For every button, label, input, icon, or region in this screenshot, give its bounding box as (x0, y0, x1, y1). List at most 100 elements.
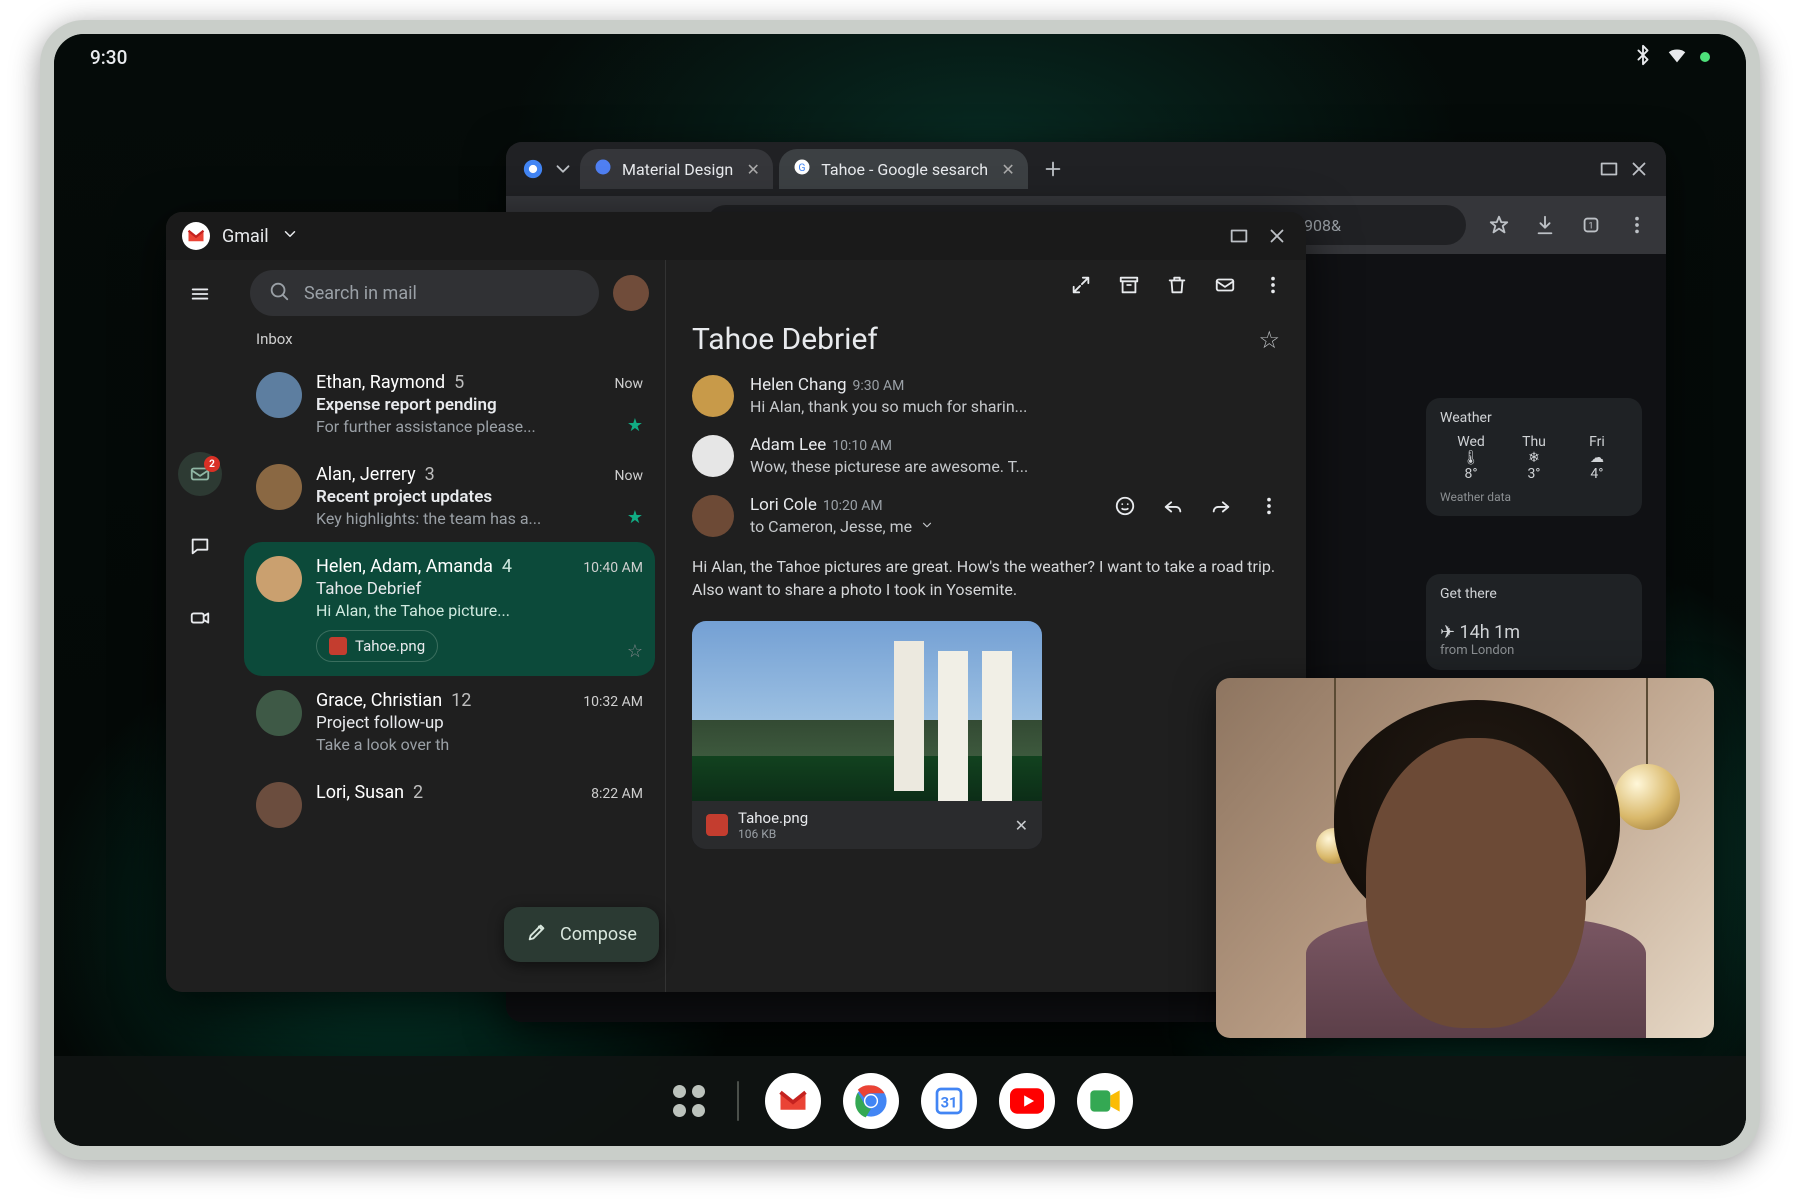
dock-gmail[interactable] (765, 1073, 821, 1129)
thread-item-selected[interactable]: Helen, Adam, Amanda 410:40 AM Tahoe Debr… (244, 542, 655, 676)
expanded-message-header[interactable]: Lori Cole10:20 AM to Cameron, Jesse, me (692, 495, 1280, 537)
image-file-icon (706, 814, 728, 836)
card-title: Weather (1440, 410, 1628, 426)
thread-preview: Key highlights: the team has a... (316, 509, 643, 528)
gmail-window: Gmail 2 (166, 212, 1306, 992)
thread-preview: Take a look over th (316, 735, 643, 754)
expand-icon[interactable] (1070, 274, 1092, 302)
avatar (692, 375, 734, 417)
star-icon[interactable]: ☆ (627, 641, 643, 662)
star-icon[interactable]: ☆ (1258, 326, 1280, 354)
travel-duration: ✈ 14h 1m (1440, 622, 1628, 643)
avatar (692, 435, 734, 477)
battery-indicator (1700, 52, 1710, 62)
more-icon[interactable] (1262, 274, 1284, 302)
app-dropdown-icon[interactable] (281, 225, 299, 247)
chrome-tab-dropdown-icon[interactable] (550, 156, 576, 182)
compose-button[interactable]: Compose (504, 907, 659, 962)
star-icon[interactable]: ★ (627, 507, 643, 528)
more-icon[interactable] (1624, 212, 1650, 238)
travel-card[interactable]: Get there ✈ 14h 1m from London (1426, 574, 1642, 670)
svg-text:31: 31 (941, 1094, 958, 1112)
thread-list-column: Search in mail Inbox Ethan, Raymond 5Now… (234, 260, 666, 992)
window-maximize-icon[interactable] (1226, 223, 1252, 249)
chrome-app-icon[interactable] (520, 156, 546, 182)
dock-chrome[interactable] (843, 1073, 899, 1129)
attachment-name: Tahoe.png (738, 809, 1005, 827)
tablet-frame: 9:30 (40, 20, 1760, 1160)
dock-youtube[interactable] (999, 1073, 1055, 1129)
delete-icon[interactable] (1166, 274, 1188, 302)
section-label: Inbox (234, 326, 665, 358)
video-pip[interactable] (1216, 678, 1714, 1038)
window-close-icon[interactable] (1264, 223, 1290, 249)
person-face (1366, 738, 1586, 1028)
attachment-card[interactable]: Tahoe.png 106 KB ✕ (692, 621, 1042, 849)
weather-day: Fri (1566, 434, 1628, 450)
emoji-icon[interactable] (1114, 495, 1136, 522)
tab-favicon: G (793, 158, 811, 180)
thread-preview: Hi Alan, the Tahoe picture... (316, 601, 643, 620)
message-snippet: Hi Alan, thank you so much for sharin... (750, 397, 1280, 416)
tab-label: Tahoe - Google sesarch (821, 160, 988, 179)
card-footer: Weather data (1440, 490, 1628, 504)
travel-from: from London (1440, 643, 1628, 658)
taskbar: 31 (54, 1056, 1746, 1146)
search-icon (268, 280, 290, 307)
thread-item[interactable]: Ethan, Raymond 5Now Expense report pendi… (244, 358, 655, 450)
divider (737, 1081, 739, 1121)
download-icon[interactable] (1532, 212, 1558, 238)
tab-material-design[interactable]: Material Design ✕ (580, 149, 773, 189)
bookmark-icon[interactable] (1486, 212, 1512, 238)
more-icon[interactable] (1258, 495, 1280, 522)
window-maximize-icon[interactable] (1596, 156, 1622, 182)
reply-icon[interactable] (1162, 495, 1184, 522)
collapsed-message[interactable]: Helen Chang9:30 AM Hi Alan, thank you so… (692, 375, 1280, 417)
rail-mail-icon[interactable]: 2 (178, 452, 222, 496)
avatar (256, 556, 302, 602)
mark-unread-icon[interactable] (1214, 274, 1236, 302)
search-input[interactable]: Search in mail (250, 270, 599, 316)
archive-icon[interactable] (1118, 274, 1140, 302)
collapsed-message[interactable]: Adam Lee10:10 AM Wow, these picturese ar… (692, 435, 1280, 477)
rail-chat-icon[interactable] (178, 524, 222, 568)
message-snippet: Wow, these picturese are awesome. T... (750, 457, 1280, 476)
forward-icon[interactable] (1210, 495, 1232, 522)
star-icon[interactable]: ★ (627, 415, 643, 436)
tab-tahoe-search[interactable]: G Tahoe - Google sesarch ✕ (779, 149, 1028, 189)
avatar (256, 372, 302, 418)
weather-temp: 4° (1566, 466, 1628, 482)
image-file-icon (329, 637, 347, 655)
close-icon[interactable]: ✕ (743, 159, 763, 179)
weather-card[interactable]: Weather Wed🌡8° Thu❄3° Fri☁4° Weather dat… (1426, 398, 1642, 516)
account-avatar[interactable] (613, 275, 649, 311)
search-placeholder: Search in mail (304, 283, 417, 304)
chrome-titlebar: Material Design ✕ G Tahoe - Google sesar… (506, 142, 1666, 196)
message-toolbar (666, 260, 1306, 316)
bluetooth-icon (1632, 44, 1654, 71)
dock-meet[interactable] (1077, 1073, 1133, 1129)
card-title: Get there (1440, 586, 1628, 602)
dock-calendar[interactable]: 31 (921, 1073, 977, 1129)
mail-badge: 2 (204, 456, 220, 472)
close-icon[interactable]: ✕ (998, 159, 1018, 179)
gmail-rail: 2 (166, 260, 234, 992)
attachment-chip[interactable]: Tahoe.png (316, 630, 438, 662)
home-screen: 9:30 (54, 34, 1746, 1146)
close-icon[interactable]: ✕ (1015, 816, 1028, 835)
thread-item[interactable]: Lori, Susan 28:22 AM (244, 768, 655, 842)
tab-favicon (594, 158, 612, 180)
window-close-icon[interactable] (1626, 156, 1652, 182)
attachment-size: 106 KB (738, 827, 1005, 841)
message-recipients[interactable]: to Cameron, Jesse, me (750, 517, 1098, 536)
new-tab-button[interactable] (1040, 156, 1066, 182)
attachment-thumbnail (692, 621, 1042, 801)
rail-meet-icon[interactable] (178, 596, 222, 640)
menu-icon[interactable] (178, 272, 222, 316)
tabs-count-icon[interactable]: 1 (1578, 212, 1604, 238)
svg-text:G: G (799, 161, 806, 174)
app-drawer-button[interactable] (667, 1079, 711, 1123)
clock-text: 9:30 (90, 46, 127, 69)
thread-item[interactable]: Alan, Jerrery 3Now Recent project update… (244, 450, 655, 542)
thread-item[interactable]: Grace, Christian 1210:32 AM Project foll… (244, 676, 655, 768)
